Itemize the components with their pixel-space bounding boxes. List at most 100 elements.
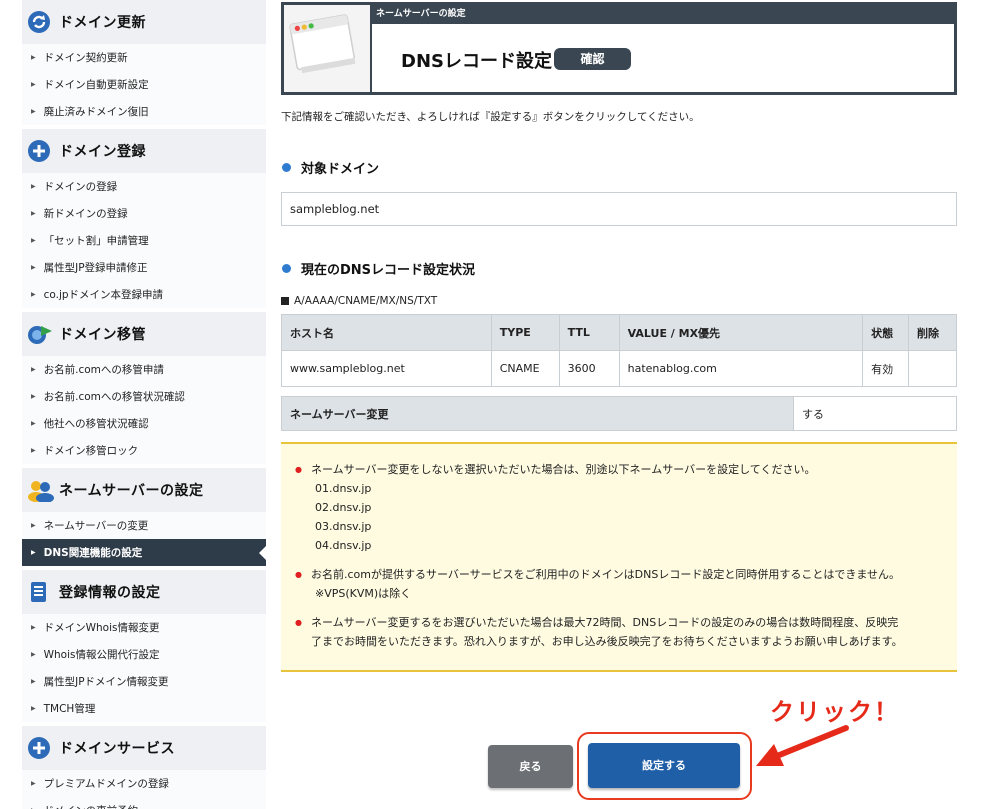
notice-item: ネームサーバー変更をしないを選択いただいた場合は、別途以下ネームサーバーを設定し… <box>295 460 957 555</box>
triangle-right-icon: ▶ <box>31 420 36 427</box>
sidebar-section-title: ドメイン登録 <box>59 144 146 160</box>
sidebar-item-label: ドメインの登録 <box>43 181 118 193</box>
sidebar-item[interactable]: ▶ 「セット割」申請管理 <box>22 227 266 254</box>
nameserver-change-table: ネームサーバー変更 する <box>281 396 957 431</box>
sidebar-section-header: ネームサーバーの設定 <box>22 468 266 512</box>
triangle-right-icon: ▶ <box>31 237 36 244</box>
status-badge: 確認 <box>554 48 631 70</box>
sidebar-section-items: ▶ プレミアムドメインの登録 ▶ドメインの事前予約 <box>22 770 266 809</box>
window-illustration-icon <box>284 5 372 92</box>
square-bullet-icon <box>281 297 289 305</box>
sidebar-item[interactable]: ▶ プレミアムドメインの登録 <box>22 770 266 797</box>
sidebar: ドメイン更新 ▶ ドメイン契約更新 ▶ ドメイン自動更新設定 ▶ 廃止済みドメイン復旧 ドメイ… <box>22 0 266 809</box>
sidebar-item-label: プレミアムドメインの登録 <box>43 778 169 790</box>
sidebar-item[interactable]: ▶ Whois情報公開代行設定 <box>22 641 266 668</box>
triangle-right-icon: ▶ <box>31 108 36 115</box>
sidebar-item[interactable]: ▶ TMCH管理 <box>22 695 266 722</box>
sidebar-item-label: 「セット割」申請管理 <box>43 235 149 247</box>
notice-line: ネームサーバー変更するをお選びいただいた場合は最大72時間、DNSレコードの設定… <box>311 616 899 629</box>
bullet-dot-icon <box>282 163 291 172</box>
sidebar-item-label: お名前.comへの移管状況確認 <box>43 391 185 403</box>
dns-record-table: ホスト名 TYPE TTL VALUE / MX優先 状態 削除 www.samplebl… <box>281 314 957 387</box>
notice-line: 02.dnsv.jp <box>315 501 372 514</box>
sidebar-section-items: ▶ ドメインWhois情報変更 ▶ Whois情報公開代行設定 ▶ 属性型JPドメイン情報… <box>22 614 266 722</box>
table-cell: www.sampleblog.net <box>281 350 492 387</box>
sidebar-section-items: ▶ ドメイン契約更新 ▶ ドメイン自動更新設定 ▶ 廃止済みドメイン復旧 <box>22 44 266 125</box>
back-button[interactable]: 戻る <box>488 745 573 788</box>
sidebar-section-title: ネームサーバーの設定 <box>59 483 204 499</box>
triangle-right-icon: ▶ <box>31 780 36 787</box>
sidebar-section-header: ドメイン移管 <box>22 312 266 356</box>
sidebar-item-label: 廃止済みドメイン復旧 <box>43 106 149 118</box>
sidebar-item-label: 他社への移管状況確認 <box>43 418 149 430</box>
table-cell: 有効 <box>862 350 910 387</box>
triangle-right-icon: ▶ <box>31 291 36 298</box>
sidebar-section-header: ドメイン更新 <box>22 0 266 44</box>
sidebar-item-label: 属性型JP登録申請修正 <box>43 262 148 274</box>
notice-line: 04.dnsv.jp <box>315 539 372 552</box>
record-types-label: A/AAAA/CNAME/MX/NS/TXT <box>281 295 437 307</box>
sidebar-section-header: 登録情報の設定 <box>22 570 266 614</box>
sidebar-item-label: ドメインの事前予約 <box>44 803 139 809</box>
triangle-right-icon: ▶ <box>31 81 36 88</box>
sidebar-section-title: ドメインサービス <box>59 741 175 757</box>
target-domain-value: sampleblog.net <box>281 192 957 226</box>
sidebar-item-label: 属性型JPドメイン情報変更 <box>43 676 169 688</box>
nameserver-change-label: ネームサーバー変更 <box>281 396 794 431</box>
sidebar-item[interactable]: ▶ 廃止済みドメイン復旧 <box>22 98 266 125</box>
sidebar-item[interactable]: ▶ ドメインWhois情報変更 <box>22 614 266 641</box>
dns-status-heading-label: 現在のDNSレコード設定状況 <box>301 263 476 278</box>
sidebar-item[interactable]: ▶ ドメイン契約更新 <box>22 44 266 71</box>
triangle-right-icon: ▶ <box>31 549 36 556</box>
table-header-cell: TYPE <box>490 314 560 351</box>
sidebar-item-label: ネームサーバーの変更 <box>43 520 149 532</box>
sidebar-item-label: お名前.comへの移管申請 <box>43 364 164 376</box>
submit-button[interactable]: 設定する <box>588 743 740 788</box>
dns-status-heading: 現在のDNSレコード設定状況 <box>281 259 475 278</box>
sidebar-item-label: DNS関連機能の設定 <box>43 547 143 559</box>
nameserver-change-value: する <box>793 396 957 431</box>
sidebar-item-label: TMCH管理 <box>43 703 96 715</box>
triangle-right-icon: ▶ <box>31 705 36 712</box>
table-header-cell: ホスト名 <box>281 314 492 351</box>
sidebar-item[interactable]: ▶ 属性型JP登録申請修正 <box>22 254 266 281</box>
sidebar-item[interactable]: ▶ DNS関連機能の設定 <box>22 539 266 566</box>
triangle-right-icon: ▶ <box>31 264 36 271</box>
sidebar-item-label: ドメイン契約更新 <box>43 52 128 64</box>
sidebar-section-header: ドメインサービス <box>22 726 266 770</box>
triangle-right-icon: ▶ <box>31 447 36 454</box>
table-cell <box>908 350 957 387</box>
sidebar-item[interactable]: ▶ 属性型JPドメイン情報変更 <box>22 668 266 695</box>
sidebar-item[interactable]: ▶ co.jpドメイン本登録申請 <box>22 281 266 308</box>
target-domain-heading: 対象ドメイン <box>281 158 379 177</box>
table-header-cell: TTL <box>558 314 620 351</box>
triangle-right-icon: ▶ <box>31 183 36 190</box>
notice-line: 了までお時間をいただきます。恐れ入りますが、お申し込み後反映完了をお待ちください… <box>311 635 903 648</box>
plus-icon <box>27 139 51 163</box>
table-header-cell: VALUE / MX優先 <box>618 314 864 351</box>
notice-item: ネームサーバー変更するをお選びいただいた場合は最大72時間、DNSレコードの設定… <box>295 613 957 651</box>
sidebar-item-label: Whois情報公開代行設定 <box>43 649 160 661</box>
sidebar-item[interactable]: ▶ 他社への移管状況確認 <box>22 410 266 437</box>
sidebar-item[interactable]: ▶ドメインの事前予約 <box>22 797 266 809</box>
sidebar-item[interactable]: ▶ お名前.comへの移管申請 <box>22 356 266 383</box>
triangle-right-icon: ▶ <box>31 651 36 658</box>
sidebar-section-items: ▶ ドメインの登録 ▶ 新ドメインの登録 ▶ 「セット割」申請管理 ▶ 属性型JP登録申請修正… <box>22 173 266 308</box>
table-cell: 3600 <box>558 350 620 387</box>
sidebar-item[interactable]: ▶ 新ドメインの登録 <box>22 200 266 227</box>
notice-line: ネームサーバー変更をしないを選択いただいた場合は、別途以下ネームサーバーを設定し… <box>311 463 816 476</box>
triangle-right-icon: ▶ <box>31 624 36 631</box>
sidebar-item[interactable]: ▶ ドメイン自動更新設定 <box>22 71 266 98</box>
triangle-right-icon: ▶ <box>31 522 36 529</box>
triangle-right-icon: ▶ <box>31 210 36 217</box>
sidebar-item[interactable]: ▶ ドメインの登録 <box>22 173 266 200</box>
sidebar-item[interactable]: ▶ ネームサーバーの変更 <box>22 512 266 539</box>
sidebar-item[interactable]: ▶ お名前.comへの移管状況確認 <box>22 383 266 410</box>
sidebar-item[interactable]: ▶ ドメイン移管ロック <box>22 437 266 464</box>
table-header-cell: 状態 <box>862 314 910 351</box>
record-types-text: A/AAAA/CNAME/MX/NS/TXT <box>294 295 438 307</box>
triangle-right-icon: ▶ <box>31 393 36 400</box>
transfer-icon <box>27 322 52 346</box>
instruction-text: 下記情報をご確認いただき、よろしければ『設定する』ボタンをクリックしてください。 <box>281 111 700 123</box>
page-header: ネームサーバーの設定 DNSレコード設定 確認 <box>281 2 957 95</box>
